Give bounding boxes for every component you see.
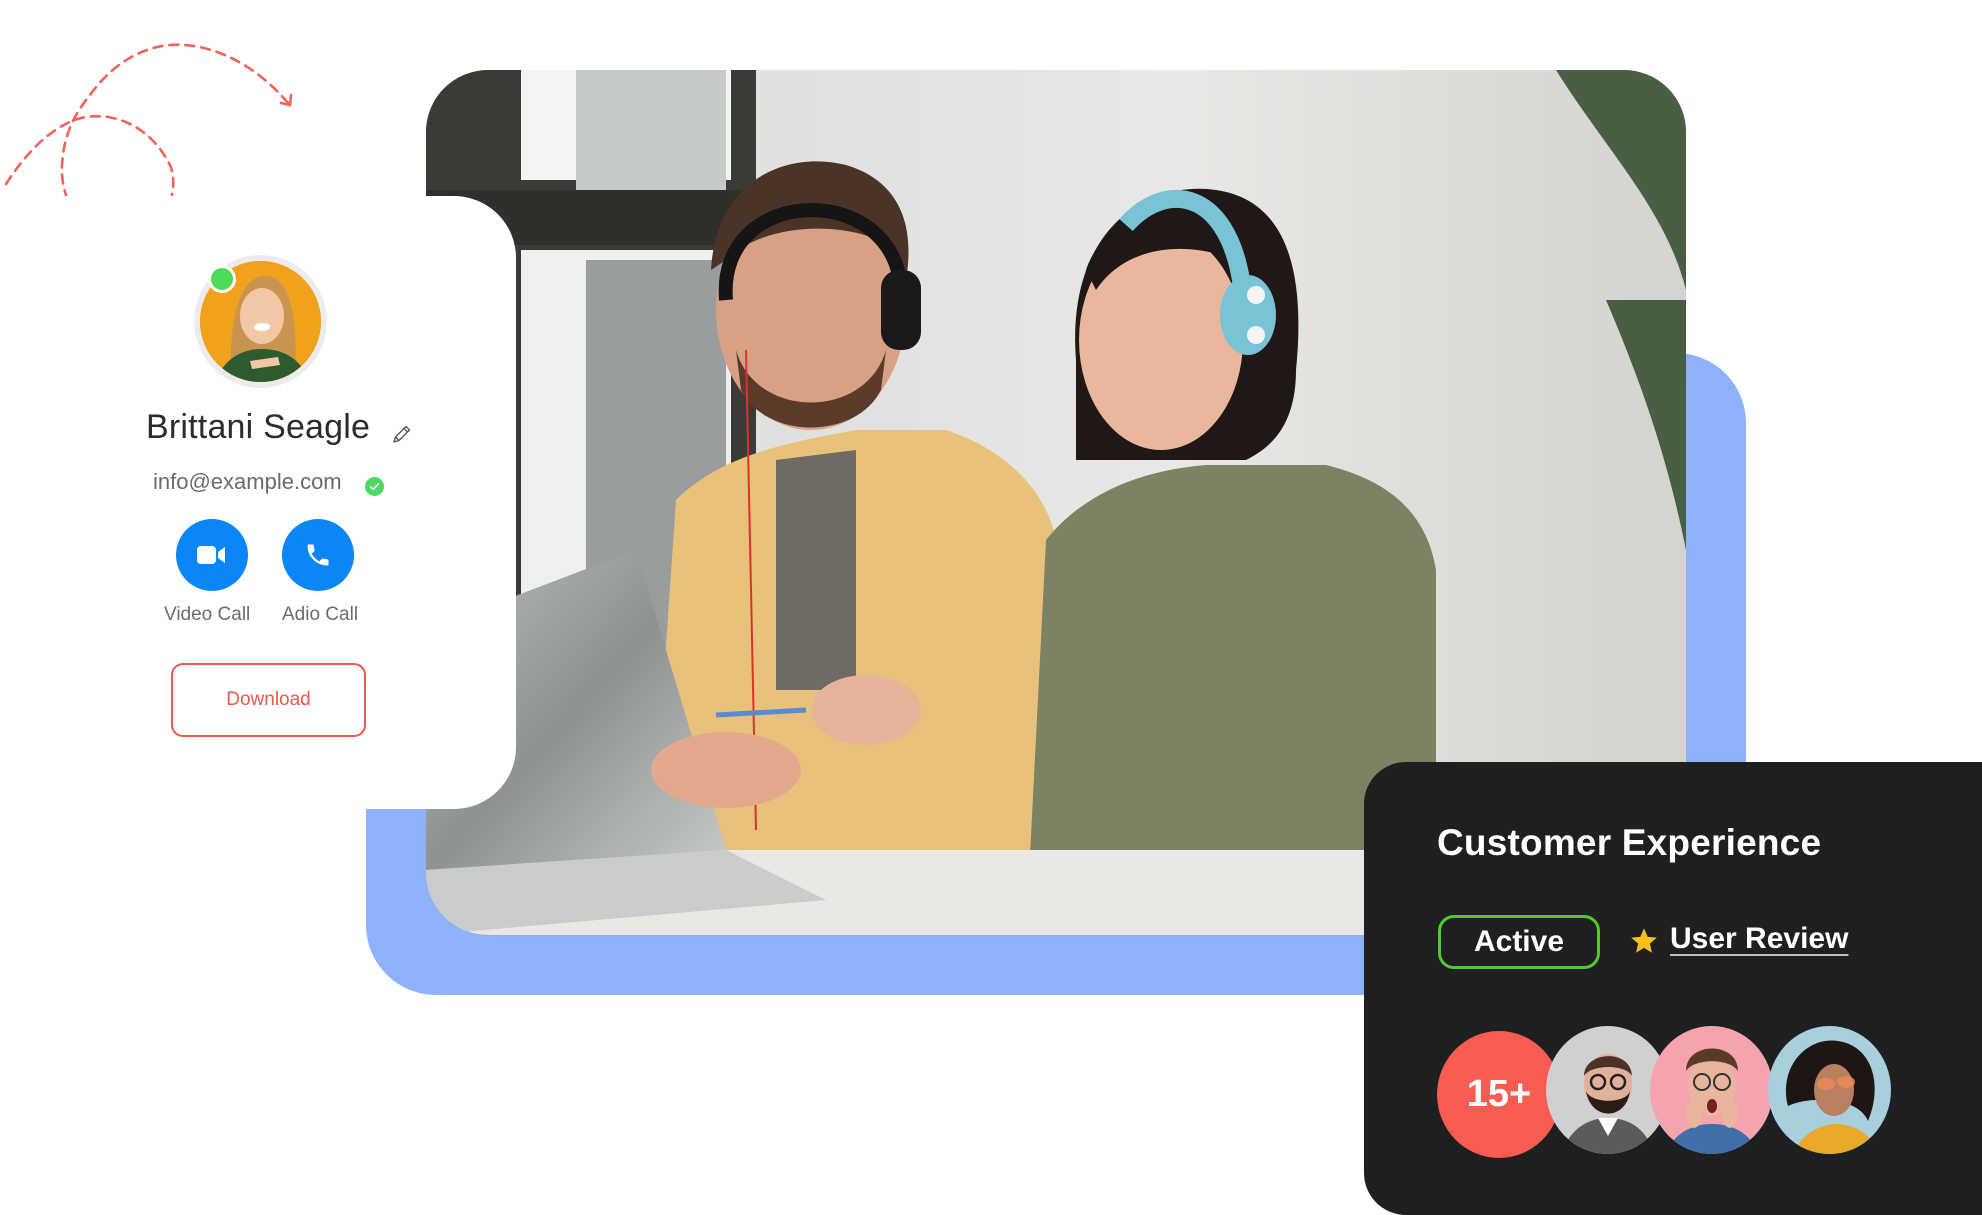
profile-name: Brittani Seagle xyxy=(146,408,371,446)
reviewer-avatar xyxy=(1650,1026,1773,1154)
status-badge: Active xyxy=(1438,915,1600,969)
user-review-link[interactable]: User Review xyxy=(1670,922,1848,956)
reviewer-count-badge: 15+ xyxy=(1437,1031,1561,1158)
video-call-label: Video Call xyxy=(164,604,251,625)
video-camera-icon xyxy=(197,546,225,564)
profile-email: info@example.com xyxy=(153,469,342,494)
verified-check-icon xyxy=(365,477,384,496)
audio-call-label: Adio Call xyxy=(282,604,359,625)
online-status-indicator xyxy=(208,265,236,293)
phone-icon xyxy=(307,544,329,566)
card-title: Customer Experience xyxy=(1437,822,1822,863)
download-button[interactable]: Download xyxy=(171,663,366,737)
pencil-icon[interactable] xyxy=(390,422,414,446)
star-icon xyxy=(1631,928,1657,953)
audio-call-button[interactable] xyxy=(282,519,354,591)
reviewer-avatar xyxy=(1768,1026,1891,1154)
video-call-button[interactable] xyxy=(176,519,248,591)
